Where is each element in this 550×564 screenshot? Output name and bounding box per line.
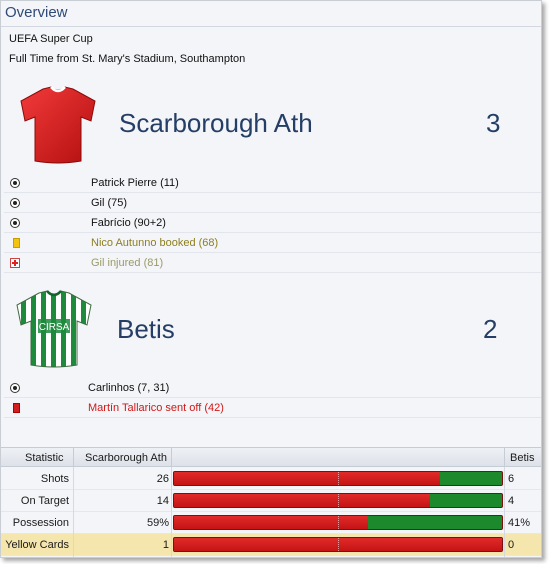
home-event-row: Fabrício (90+2) <box>4 213 541 233</box>
away-event-text[interactable]: Martín Tallarico sent off (42) <box>88 402 224 414</box>
header-statistic[interactable]: Statistic <box>25 452 64 464</box>
stat-away-value: 6 <box>508 473 515 485</box>
stat-bar-midline <box>338 538 339 551</box>
stat-bar-home-fill <box>174 472 440 485</box>
away-shirt-sponsor: CIRSA <box>39 322 70 333</box>
home-event-text[interactable]: Gil injured (81) <box>91 257 163 269</box>
stat-bar-midline <box>338 472 339 485</box>
stats-header-row: Statistic Scarborough Ath Betis <box>1 447 541 467</box>
home-event-text[interactable]: Fabrício (90+2) <box>91 217 166 229</box>
stat-bar-midline <box>338 494 339 507</box>
venue-text: Full Time from St. Mary's Stadium, South… <box>9 53 246 65</box>
ball-icon <box>10 178 20 188</box>
ball-icon <box>10 198 20 208</box>
away-shirt-icon: CIRSA <box>16 290 92 368</box>
home-event-row: Gil (75) <box>4 193 541 213</box>
home-shirt-icon <box>20 86 96 164</box>
yellow-card-icon <box>13 238 20 248</box>
red-card-icon <box>13 403 20 413</box>
home-event-text[interactable]: Nico Autunno booked (68) <box>91 237 218 249</box>
stat-away-value: 0 <box>508 539 515 551</box>
stat-away-value: 41% <box>508 517 531 529</box>
injury-icon <box>10 258 20 268</box>
column-divider <box>73 467 74 557</box>
stat-comparison-bar <box>173 493 503 508</box>
header-home-team[interactable]: Scarborough Ath <box>85 452 167 464</box>
stat-label: On Target <box>20 495 69 507</box>
stat-bar-midline <box>338 516 339 529</box>
overview-panel: Overview UEFA Super Cup Full Time from S… <box>0 0 542 558</box>
ball-icon <box>10 218 20 228</box>
column-divider <box>171 467 172 557</box>
home-event-row: Patrick Pierre (11) <box>4 173 541 193</box>
away-team-name[interactable]: Betis <box>117 314 175 345</box>
stat-home-value: 1 <box>162 539 169 551</box>
header-divider <box>504 448 505 467</box>
stat-home-value: 59% <box>146 517 169 529</box>
stat-label: Shots <box>40 473 69 485</box>
home-event-row: Gil injured (81) <box>4 253 541 273</box>
away-event-row: Martín Tallarico sent off (42) <box>4 398 541 418</box>
stat-bar-home-fill <box>174 494 430 507</box>
away-event-text[interactable]: Carlinhos (7, 31) <box>88 382 169 394</box>
column-divider <box>504 467 505 557</box>
home-event-row: Nico Autunno booked (68) <box>4 233 541 253</box>
home-team-score: 3 <box>486 108 501 138</box>
stat-away-value: 4 <box>508 495 515 507</box>
stat-label: Possession <box>12 517 69 529</box>
header-divider <box>73 448 74 467</box>
away-event-row: Carlinhos (7, 31) <box>4 378 541 398</box>
stat-comparison-bar <box>173 537 503 552</box>
stat-row: On Target 14 4 <box>1 490 541 512</box>
home-event-text[interactable]: Gil (75) <box>91 197 127 209</box>
stat-home-value: 14 <box>156 495 169 507</box>
away-team-score: 2 <box>483 314 498 344</box>
ball-icon <box>10 383 20 393</box>
title-divider <box>1 26 541 27</box>
stat-row: Shots 26 6 <box>1 468 541 490</box>
stat-home-value: 26 <box>156 473 169 485</box>
competition-name: UEFA Super Cup <box>9 33 93 45</box>
match-stats-table: Statistic Scarborough Ath Betis Shots 26 6… <box>1 447 541 557</box>
panel-title: Overview <box>5 4 68 21</box>
stat-comparison-bar <box>173 471 503 486</box>
header-away-team[interactable]: Betis <box>510 452 534 464</box>
home-event-text[interactable]: Patrick Pierre (11) <box>91 177 179 189</box>
header-divider <box>171 448 172 467</box>
stat-comparison-bar <box>173 515 503 530</box>
stat-row: Yellow Cards 1 0 <box>1 534 541 556</box>
stat-row: Possession 59% 41% <box>1 512 541 534</box>
stat-label: Yellow Cards <box>5 539 69 551</box>
home-team-name[interactable]: Scarborough Ath <box>119 108 313 139</box>
